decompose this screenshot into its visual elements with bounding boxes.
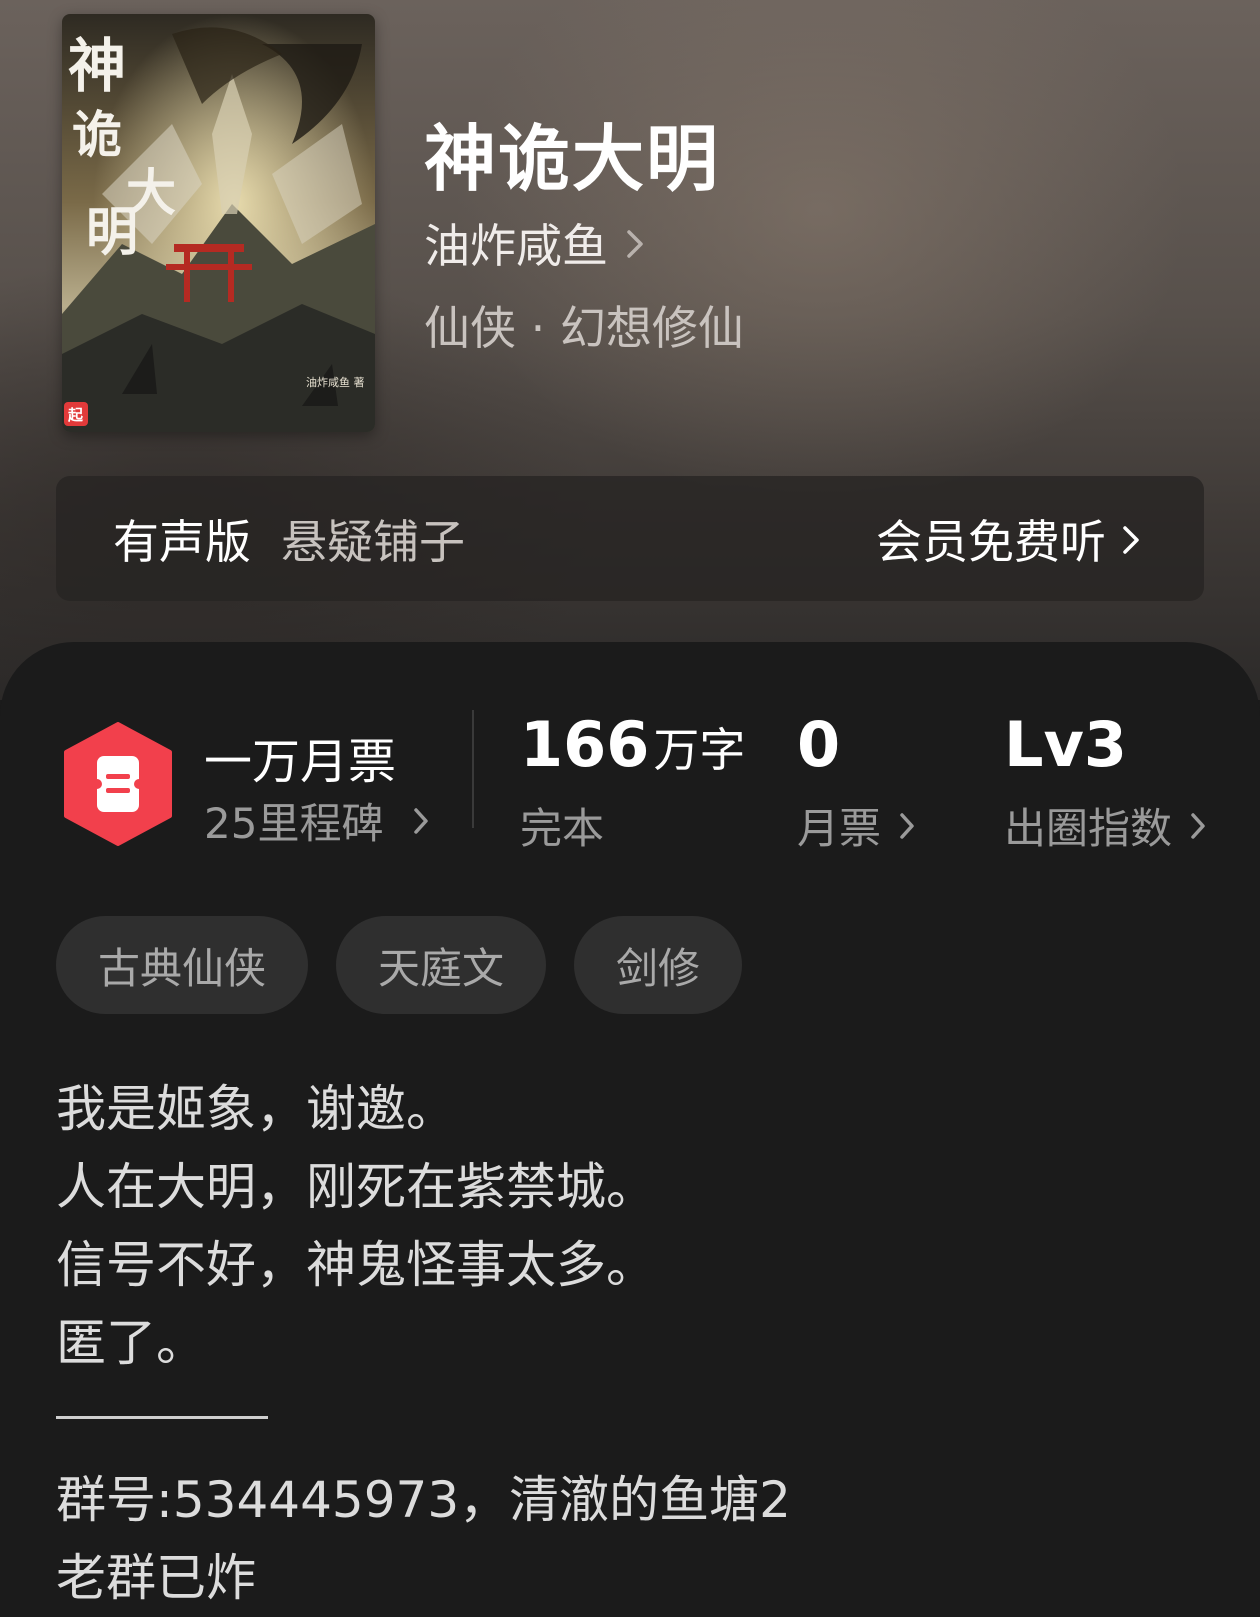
cover-title-char-1: 神	[68, 32, 126, 100]
audio-narrator: 悬疑铺子	[281, 514, 465, 569]
cover-title-char-2: 诡	[72, 105, 122, 164]
popularity-index-label: 出圈指数	[1004, 804, 1173, 853]
monthly-ticket-label: 月票	[797, 804, 882, 853]
milestone-title: 一万月票	[204, 734, 397, 790]
synopsis-line: 匿了。	[56, 1314, 206, 1372]
book-synopsis[interactable]: 我是姬象，谢邀。 人在大明，刚死在紫禁城。 信号不好，神鬼怪事太多。 匿了。 群…	[56, 1070, 791, 1617]
popularity-index-value: Lv3	[1004, 708, 1128, 781]
synopsis-divider	[56, 1416, 268, 1419]
audio-label: 有声版	[113, 514, 251, 569]
audio-version-bar[interactable]: 有声版 悬疑铺子 会员免费听	[56, 476, 1204, 601]
tag-chip[interactable]: 古典仙侠	[56, 916, 309, 1014]
word-count-value: 166	[520, 708, 650, 781]
tag-chip[interactable]: 剑修	[574, 916, 743, 1014]
completion-status: 完本	[520, 804, 605, 853]
synopsis-line: 人在大明，刚死在紫禁城。	[56, 1158, 656, 1216]
chevron-right-icon	[899, 801, 915, 850]
monthly-ticket-value: 0	[797, 708, 841, 781]
tag-list: 古典仙侠 天庭文 剑修	[56, 916, 743, 1014]
chevron-right-icon	[626, 216, 644, 270]
book-header: 神 诡 大 明 油炸咸鱼 著 起 神诡大明 油炸咸鱼 仙侠 · 幻想修仙 有声版…	[0, 0, 1260, 700]
old-group-note: 老群已炸	[56, 1549, 256, 1607]
chevron-right-icon	[413, 796, 429, 845]
author-name: 油炸咸鱼	[424, 219, 608, 273]
audio-action-label: 会员免费听	[876, 514, 1106, 569]
cover-author-small: 油炸咸鱼 著	[306, 375, 365, 389]
word-count-unit: 万字	[653, 723, 746, 777]
popularity-index-stat[interactable]: Lv3 出圈指数	[1004, 708, 1206, 856]
author-link[interactable]: 油炸咸鱼	[424, 210, 644, 276]
cover-art: 神 诡 大 明 油炸咸鱼 著 起	[62, 14, 375, 432]
synopsis-line: 我是姬象，谢邀。	[56, 1080, 456, 1138]
group-number: 群号:534445973，清澈的鱼塘2	[56, 1471, 791, 1529]
cover-title-char-4: 明	[86, 202, 138, 263]
cover-badge-text: 起	[67, 406, 84, 424]
book-cover[interactable]: 神 诡 大 明 油炸咸鱼 著 起	[62, 14, 375, 432]
chevron-right-icon	[1122, 512, 1140, 566]
chevron-right-icon	[1190, 801, 1206, 850]
synopsis-line: 信号不好，神鬼怪事太多。	[56, 1236, 656, 1294]
stats-divider	[472, 710, 474, 828]
word-count-stat: 166 万字 完本	[520, 708, 745, 856]
monthly-ticket-stat[interactable]: 0 月票	[797, 708, 915, 856]
book-genre: 仙侠 · 幻想修仙	[424, 301, 744, 355]
milestone-link[interactable]: 25里程碑	[204, 790, 429, 851]
book-title: 神诡大明	[424, 116, 721, 201]
tag-chip[interactable]: 天庭文	[336, 916, 547, 1014]
milestone-sub: 25里程碑	[204, 799, 384, 848]
ticket-icon	[62, 722, 174, 846]
audio-listen-button[interactable]: 会员免费听	[876, 506, 1140, 572]
